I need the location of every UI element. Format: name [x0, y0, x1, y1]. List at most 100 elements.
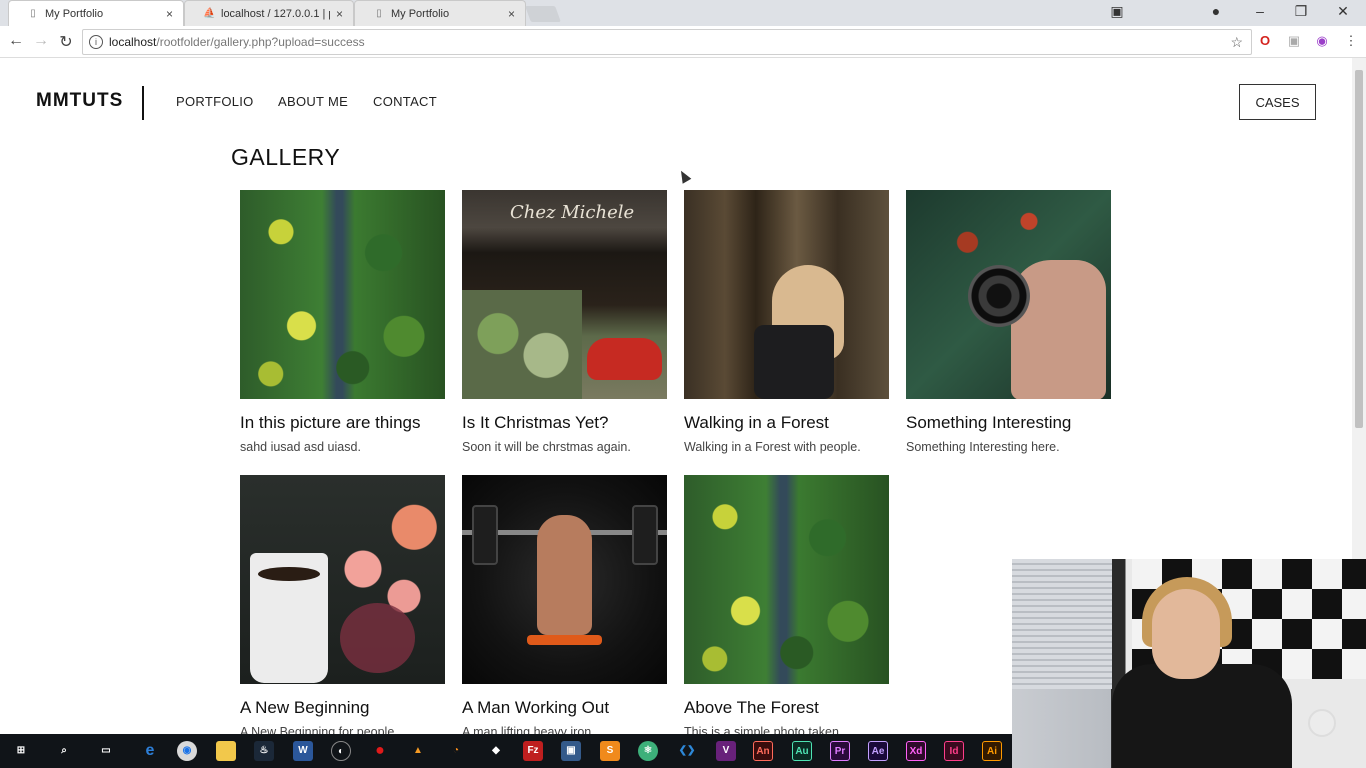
tab-my-portfolio-1[interactable]: ▯ My Portfolio × — [8, 0, 184, 26]
record-icon[interactable]: ● — [370, 741, 390, 761]
screen: ▯ My Portfolio × ⛵ localhost / 127.0.0.1… — [0, 0, 1366, 768]
scooter — [587, 338, 662, 380]
info-icon[interactable]: i — [89, 35, 103, 49]
plate-left — [472, 505, 498, 565]
obs-icon[interactable]: ◐ — [331, 741, 351, 761]
lifter — [537, 515, 592, 635]
unity-icon[interactable]: ◆ — [486, 741, 506, 761]
coffee-cup — [250, 553, 328, 683]
site-logo[interactable]: MMTUTS — [36, 90, 123, 112]
gallery-item[interactable]: Above The Forest This is a simple photo … — [684, 475, 889, 734]
gallery-item[interactable]: In this picture are things sahd iusad as… — [240, 190, 445, 454]
extension-icon[interactable]: ▣ — [1285, 33, 1303, 49]
xampp-icon[interactable]: ▲ — [408, 741, 428, 761]
phpmyadmin-icon: ⛵ — [203, 7, 216, 19]
gallery-item[interactable]: A New Beginning A New Beginning for peop… — [240, 475, 445, 734]
tab-title: My Portfolio — [45, 7, 104, 20]
nav-portfolio[interactable]: PORTFOLIO — [176, 94, 254, 109]
chrome-icon[interactable]: ◉ — [177, 741, 197, 761]
indesign-icon[interactable]: Id — [944, 741, 964, 761]
nav-contact[interactable]: CONTACT — [373, 94, 437, 109]
close-icon[interactable]: × — [166, 7, 173, 21]
after-effects-icon[interactable]: Ae — [868, 741, 888, 761]
profile-icon[interactable]: ● — [1206, 3, 1226, 19]
tab-title: My Portfolio — [391, 7, 450, 20]
gallery-image-forest-aerial[interactable] — [684, 475, 889, 684]
blender-icon[interactable]: ◔ — [446, 741, 466, 761]
tab-phpmyadmin[interactable]: ⛵ localhost / 127.0.0.1 | php × — [184, 0, 354, 26]
vase — [340, 603, 415, 673]
gallery-item-desc: Walking in a Forest with people. — [684, 440, 861, 454]
close-icon[interactable]: × — [336, 7, 343, 21]
nav-about-me[interactable]: ABOUT ME — [278, 94, 348, 109]
gallery-item[interactable]: Walking in a Forest Walking in a Forest … — [684, 190, 889, 454]
logo-divider — [142, 86, 144, 120]
new-tab-button[interactable] — [525, 6, 561, 22]
back-icon[interactable]: ← — [6, 32, 26, 50]
atom-icon[interactable]: ⚛ — [638, 741, 658, 761]
file-explorer-icon[interactable] — [216, 741, 236, 761]
windows-start-icon[interactable]: ⊞ — [11, 741, 31, 761]
gallery-item[interactable]: A Man Working Out A man lifting heavy ir… — [462, 475, 667, 734]
restore-icon[interactable]: ❐ — [1291, 3, 1311, 20]
microphone-icon — [1308, 709, 1336, 737]
gallery-item-desc: Soon it will be chrstmas again. — [462, 440, 631, 454]
backpack — [754, 325, 834, 399]
audition-icon[interactable]: Au — [792, 741, 812, 761]
window-close-icon[interactable]: ✕ — [1333, 3, 1353, 20]
gallery-item[interactable]: Something Interesting Something Interest… — [906, 190, 1111, 454]
tab-title: localhost / 127.0.0.1 | php — [221, 7, 330, 20]
illustrator-icon[interactable]: Ai — [982, 741, 1002, 761]
virtualbox-icon[interactable]: ▣ — [561, 741, 581, 761]
person-body — [1112, 664, 1292, 768]
close-icon[interactable]: × — [508, 7, 515, 21]
gallery-image-forest-walk[interactable] — [684, 190, 889, 399]
shoes — [527, 635, 602, 645]
gallery-image-flower-shop[interactable]: Chez Michele — [462, 190, 667, 399]
menu-icon[interactable]: ⋮ — [1342, 33, 1360, 49]
gallery-item-desc: This is a simple photo taken. — [684, 725, 843, 734]
gallery-item[interactable]: Chez Michele Is It Christmas Yet? Soon i… — [462, 190, 667, 454]
gallery-image-coffee-flowers[interactable] — [240, 475, 445, 684]
webcam-overlay — [1012, 559, 1366, 768]
gallery-title: GALLERY — [231, 144, 341, 170]
animate-icon[interactable]: An — [753, 741, 773, 761]
scrollbar-thumb[interactable] — [1355, 70, 1363, 428]
sublime-icon[interactable]: S — [600, 741, 620, 761]
search-icon[interactable]: ⌕ — [54, 741, 74, 761]
window-blinds — [1012, 559, 1112, 689]
url-host: localhost — [109, 35, 157, 49]
page-icon: ▯ — [376, 7, 382, 19]
forward-icon[interactable]: → — [31, 32, 51, 50]
cast-icon[interactable]: ▣ — [1107, 3, 1127, 20]
bookmark-star-icon[interactable]: ☆ — [1230, 34, 1243, 51]
word-icon[interactable]: W — [293, 741, 313, 761]
tab-my-portfolio-2[interactable]: ▯ My Portfolio × — [354, 0, 526, 26]
filezilla-icon[interactable]: Fz — [523, 741, 543, 761]
visual-studio-icon[interactable]: V — [716, 741, 736, 761]
cases-button[interactable]: CASES — [1239, 84, 1316, 120]
gallery-item-desc: A New Beginning for people. — [240, 725, 398, 734]
twitch-extension-icon[interactable]: ◉ — [1313, 33, 1331, 49]
person-face — [1152, 589, 1220, 679]
premiere-icon[interactable]: Pr — [830, 741, 850, 761]
xd-icon[interactable]: Xd — [906, 741, 926, 761]
edge-icon[interactable]: e — [140, 741, 160, 761]
gallery-item-title: Something Interesting — [906, 413, 1072, 432]
task-view-icon[interactable]: ▭ — [96, 741, 116, 761]
minimize-icon[interactable]: – — [1250, 3, 1270, 19]
address-bar[interactable]: i localhost/rootfolder/gallery.php?uploa… — [82, 29, 1252, 55]
opera-extension-icon[interactable]: O — [1256, 33, 1274, 48]
gallery-image-camera-lens[interactable] — [906, 190, 1111, 399]
page-icon: ▯ — [30, 7, 36, 19]
vscode-icon[interactable]: ❮❯ — [677, 741, 697, 761]
gallery-image-forest-aerial[interactable] — [240, 190, 445, 399]
plants — [462, 290, 582, 399]
gallery-item-desc: sahd iusad asd uiasd. — [240, 440, 361, 454]
steam-icon[interactable]: ♨ — [254, 741, 274, 761]
browser-toolbar: ← → ↻ i localhost/rootfolder/gallery.php… — [0, 26, 1366, 58]
plate-right — [632, 505, 658, 565]
gallery-item-title: In this picture are things — [240, 413, 421, 432]
reload-icon[interactable]: ↻ — [56, 32, 76, 52]
gallery-image-weightlifter[interactable] — [462, 475, 667, 684]
